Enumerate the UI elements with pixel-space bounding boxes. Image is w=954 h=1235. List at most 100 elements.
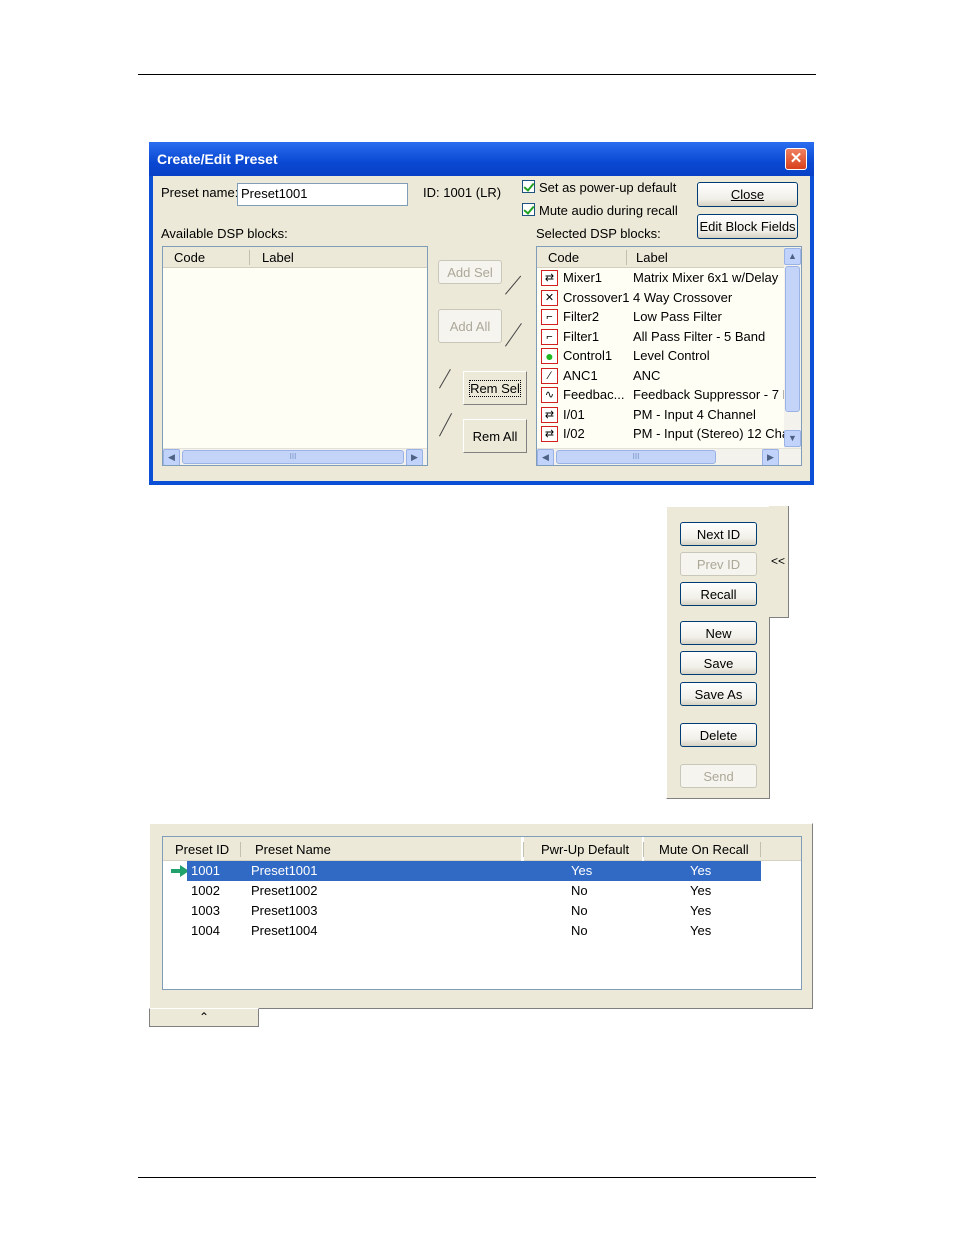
- dialog-title: Create/Edit Preset: [157, 151, 278, 167]
- selected-block-row[interactable]: ⇄ I/02 PM - Input (Stereo) 12 Cha: [541, 424, 789, 443]
- rem-all-label: Rem All: [472, 428, 518, 444]
- selected-list-header: Code Label: [537, 247, 784, 268]
- selected-block-row[interactable]: ⇄ I/01 PM - Input 4 Channel: [541, 405, 781, 424]
- add-all-button[interactable]: Add All: [438, 309, 502, 343]
- selected-block-row[interactable]: ⌐ Filter2 Low Pass Filter: [541, 307, 781, 326]
- close-icon[interactable]: ✕: [785, 148, 807, 170]
- add-sel-button[interactable]: Add Sel: [438, 260, 502, 284]
- edit-block-fields-button[interactable]: Edit Block Fields: [697, 214, 798, 239]
- available-hscrollbar[interactable]: ◀ III ▶: [163, 448, 427, 465]
- available-col-code[interactable]: Code: [174, 250, 205, 265]
- selected-col-code[interactable]: Code: [548, 250, 579, 265]
- mute-checkbox[interactable]: [522, 203, 535, 216]
- power-up-label: Set as power-up default: [539, 180, 677, 195]
- top-rule: [138, 74, 816, 75]
- header-preset-name[interactable]: Preset Name: [241, 837, 521, 861]
- prev-id-label: Prev ID: [696, 556, 741, 572]
- selected-block-row[interactable]: ∿ Feedbac... Feedback Suppressor - 7 B: [541, 385, 791, 404]
- selected-block-row[interactable]: ✕ Crossover1 4 Way Crossover: [541, 288, 781, 307]
- block-code: Mixer1: [563, 270, 603, 285]
- close-button-label: Close: [730, 187, 765, 202]
- block-code: ANC1: [563, 367, 598, 383]
- scroll-left-icon[interactable]: ◀: [163, 449, 180, 465]
- block-code: Crossover1: [563, 289, 630, 305]
- recall-label: Recall: [700, 586, 737, 602]
- cell-pwr: No: [571, 883, 588, 898]
- title-bar[interactable]: Create/Edit Preset ✕: [149, 142, 814, 176]
- header-pwr-up-default[interactable]: Pwr-Up Default: [524, 837, 642, 861]
- save-label: Save: [703, 655, 734, 671]
- header-mute-on-recall[interactable]: Mute On Recall: [644, 837, 761, 861]
- header-filler: [761, 837, 801, 861]
- scroll-up-icon[interactable]: ▲: [784, 248, 801, 265]
- cell-id: 1003: [191, 903, 220, 918]
- header-preset-name-label: Preset Name: [255, 842, 331, 857]
- preset-name-input[interactable]: Preset1001: [237, 183, 408, 206]
- add-all-label: Add All: [449, 318, 491, 334]
- cell-pwr: Yes: [571, 863, 593, 878]
- block-label: PM - Input (Stereo) 12 Cha: [633, 426, 790, 441]
- scroll-right-icon[interactable]: ▶: [762, 449, 779, 465]
- preset-table-panel: Preset ID Preset Name Pwr-Up Default Mut…: [149, 823, 813, 1009]
- collapse-panel-tab[interactable]: <<: [769, 506, 789, 618]
- preset-table[interactable]: Preset ID Preset Name Pwr-Up Default Mut…: [162, 836, 802, 990]
- add-sel-label: Add Sel: [447, 264, 493, 280]
- cell-mute: Yes: [690, 923, 712, 938]
- prev-id-button[interactable]: Prev ID: [680, 552, 757, 576]
- rem-all-button[interactable]: Rem All: [463, 419, 527, 453]
- save-button[interactable]: Save: [680, 651, 757, 675]
- block-label: All Pass Filter - 5 Band: [633, 328, 766, 344]
- scroll-left-icon[interactable]: ◀: [537, 449, 554, 465]
- selected-vscrollbar[interactable]: ▲ ▼: [784, 247, 801, 448]
- recall-button[interactable]: Recall: [680, 582, 757, 606]
- new-label: New: [705, 625, 732, 641]
- close-button[interactable]: Close: [697, 182, 798, 207]
- power-up-checkbox[interactable]: [522, 180, 535, 193]
- column-divider[interactable]: [626, 250, 627, 265]
- save-as-button[interactable]: Save As: [680, 682, 757, 706]
- send-button[interactable]: Send: [680, 764, 757, 788]
- preset-actions-panel: Next ID Prev ID Recall New Save Save As …: [666, 506, 770, 799]
- rem-sel-button[interactable]: Rem Sel: [463, 371, 527, 405]
- preset-id-text: ID: 1001 (LR): [423, 185, 502, 200]
- scroll-right-icon[interactable]: ▶: [406, 449, 423, 465]
- block-label: Low Pass Filter: [633, 309, 722, 324]
- expand-table-tab[interactable]: ⌃: [149, 1008, 259, 1027]
- column-divider[interactable]: [249, 250, 250, 265]
- selected-hscrollbar[interactable]: ◀ III ▶: [537, 448, 801, 465]
- selected-blocks-list[interactable]: Code Label ⇄ Mixer1 Matrix Mixer 6x1 w/Del…: [536, 246, 802, 466]
- block-label: Level Control: [633, 348, 710, 363]
- scroll-thumb[interactable]: III: [182, 450, 404, 464]
- selected-block-row[interactable]: ⇄ Mixer1 Matrix Mixer 6x1 w/Delay: [541, 268, 781, 287]
- next-id-button[interactable]: Next ID: [680, 522, 757, 546]
- table-row[interactable]: 1002 Preset1002 No Yes: [187, 881, 761, 901]
- table-row[interactable]: 1004 Preset1004 No Yes: [187, 921, 761, 941]
- selected-block-row[interactable]: ● Control1 Level Control: [541, 346, 781, 365]
- block-code: Control1: [563, 348, 613, 363]
- selected-block-row[interactable]: ⌐ Filter1 All Pass Filter - 5 Band: [541, 327, 781, 346]
- scroll-thumb[interactable]: III: [556, 450, 716, 464]
- available-col-label[interactable]: Label: [262, 250, 294, 265]
- block-code: Filter2: [563, 309, 600, 324]
- selected-col-label[interactable]: Label: [636, 250, 668, 265]
- block-code: I/02: [563, 426, 585, 441]
- feedback-icon: ∿: [541, 387, 558, 403]
- scroll-thumb[interactable]: [785, 266, 800, 412]
- next-id-label: Next ID: [696, 526, 741, 542]
- rem-sel-label: Rem Sel: [469, 379, 521, 397]
- table-row[interactable]: 1003 Preset1003 No Yes: [187, 901, 761, 921]
- cell-mute: Yes: [690, 903, 712, 918]
- available-blocks-list[interactable]: Code Label ◀ III ▶: [162, 246, 428, 466]
- anc-icon: ∕: [541, 367, 558, 384]
- table-row[interactable]: 1001 Preset1001 Yes Yes: [187, 861, 761, 881]
- cell-mute: Yes: [690, 863, 712, 878]
- cell-name: Preset1003: [251, 903, 318, 918]
- save-as-label: Save As: [694, 686, 743, 702]
- scroll-down-icon[interactable]: ▼: [784, 430, 801, 447]
- selected-block-row[interactable]: ∕ ANC1 ANC: [541, 366, 781, 385]
- delete-button[interactable]: Delete: [680, 723, 757, 747]
- block-label: ANC: [633, 367, 661, 383]
- block-label: Matrix Mixer 6x1 w/Delay: [633, 270, 779, 285]
- new-button[interactable]: New: [680, 621, 757, 645]
- send-label: Send: [703, 768, 734, 784]
